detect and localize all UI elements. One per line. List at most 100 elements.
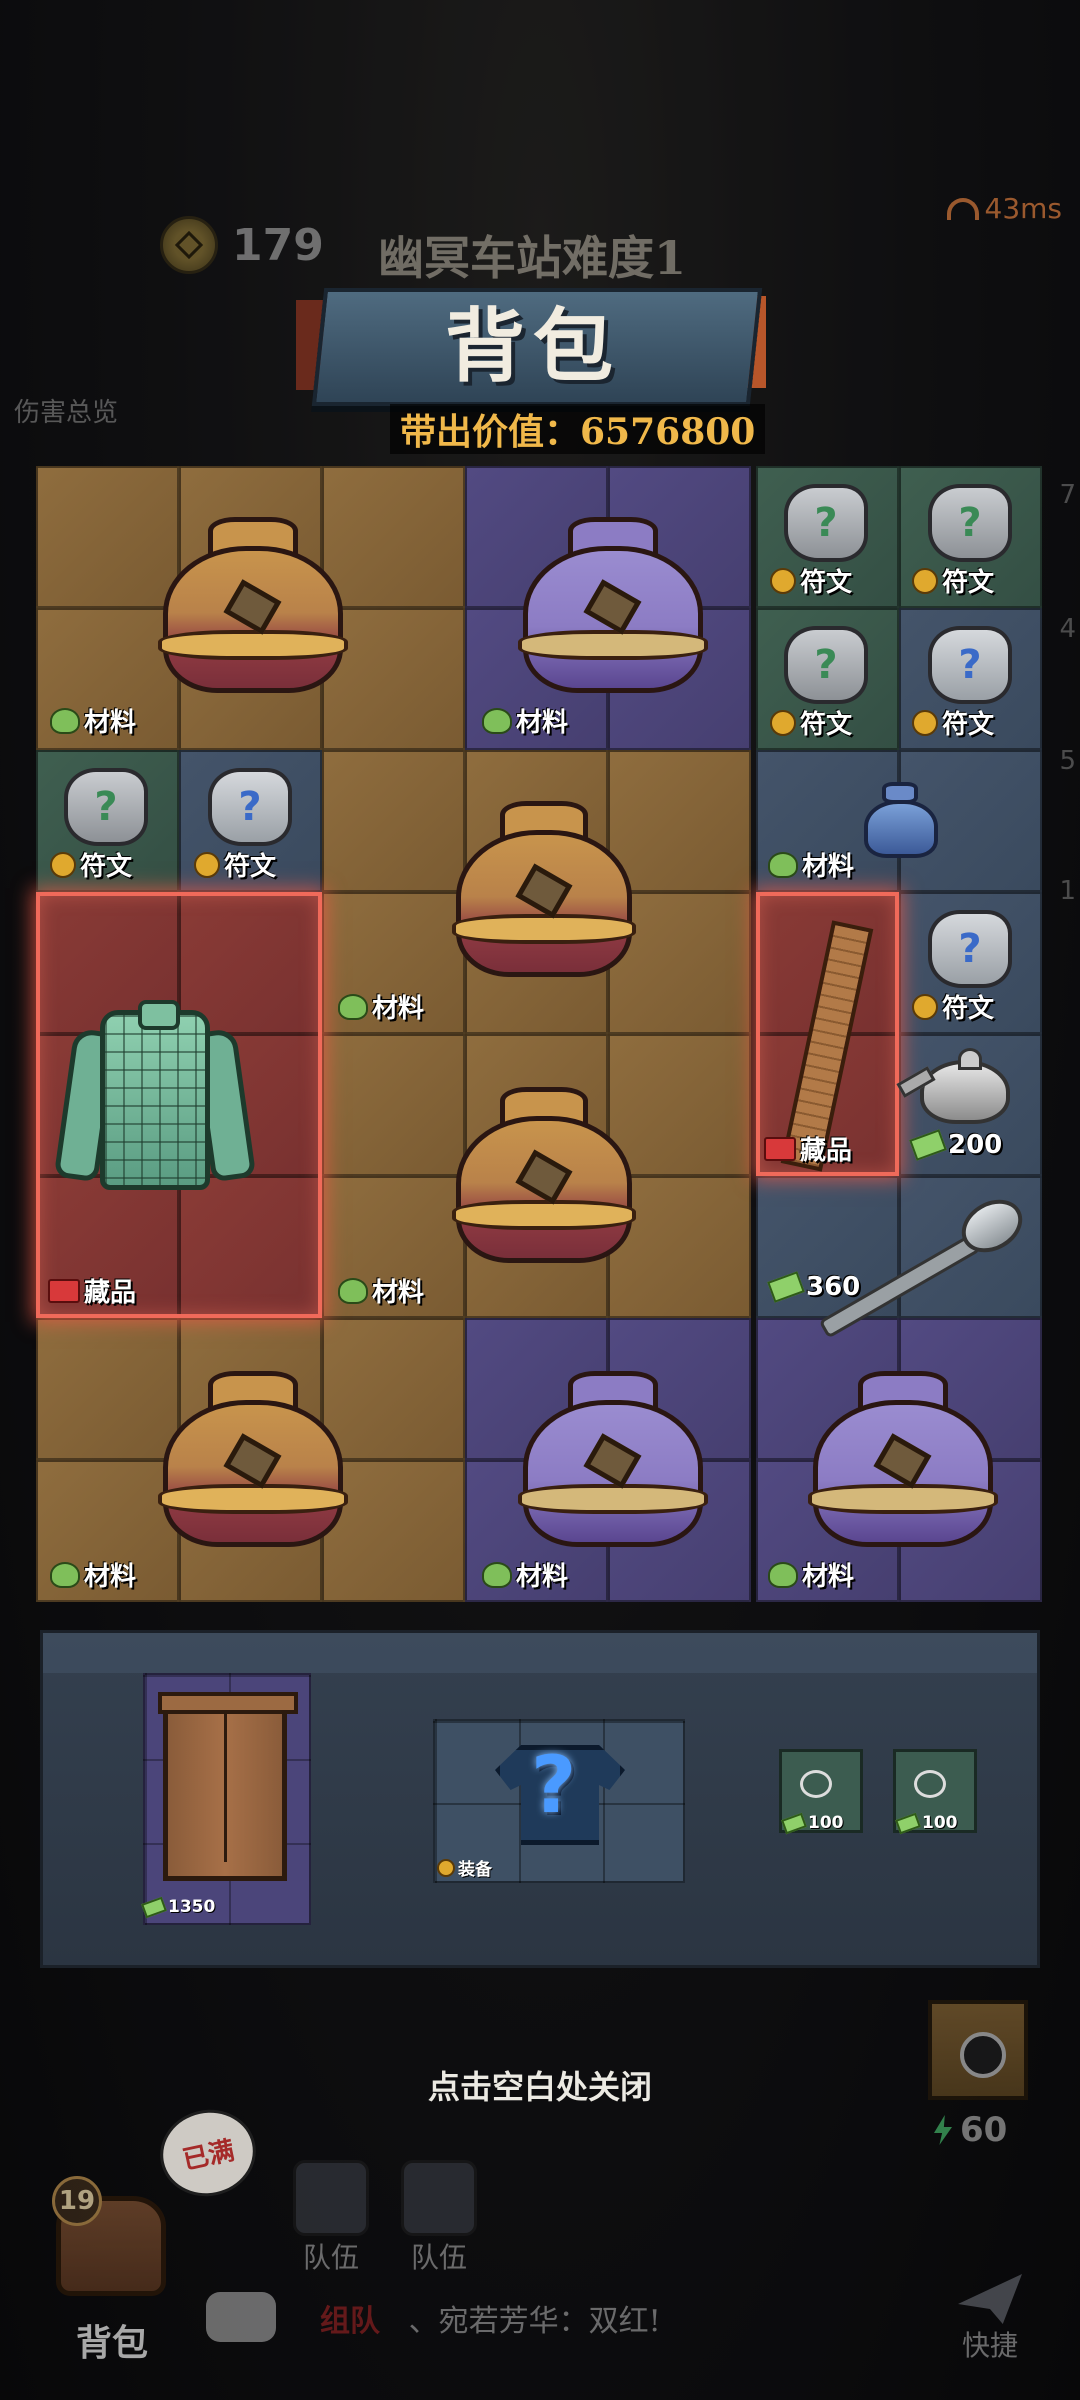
item-tag: 藏品 [48, 1272, 136, 1309]
item-tag: 符文 [912, 704, 994, 741]
item-tag: 材料 [482, 1556, 568, 1593]
item-tag: 材料 [338, 1272, 424, 1309]
item-tag: 材料 [482, 702, 568, 739]
item-tag: 100 [895, 1812, 958, 1834]
team-voice-label: 队伍 [302, 2241, 359, 2274]
quick-chat-button[interactable]: 快捷 [948, 2274, 1032, 2364]
cash-icon [781, 1812, 807, 1834]
coin-icon [194, 851, 220, 878]
close-hint[interactable]: 点击空白处关闭 [0, 2062, 1080, 2108]
item-tag: 材料 [50, 702, 136, 739]
rune-stone-item[interactable]: ? [784, 484, 868, 562]
item-tag: 装备 [437, 1855, 492, 1880]
item-tag: 1350 [141, 1896, 215, 1918]
coin-icon [912, 709, 938, 736]
backpack-button[interactable]: 19 背包 [46, 2166, 176, 2364]
side-number: 5 [1059, 746, 1076, 776]
item-tag: 材料 [768, 846, 854, 883]
coin-icon [770, 709, 796, 736]
material-icon [768, 851, 798, 878]
microphone-icon [293, 2160, 369, 2236]
team-voice-button[interactable]: 队伍 [286, 2160, 376, 2274]
coin-icon [912, 993, 938, 1020]
rune-stone-item[interactable]: ? [64, 768, 148, 846]
ping-indicator: 43ms [946, 192, 1063, 225]
teapot-item[interactable] [920, 1048, 1010, 1124]
chat-icon[interactable] [206, 2292, 276, 2342]
collectible-icon [48, 1278, 80, 1303]
material-bag-item[interactable] [500, 500, 726, 710]
material-bag-item[interactable] [140, 1354, 366, 1564]
coin-icon [160, 216, 218, 274]
jade-armor-item[interactable] [53, 1000, 257, 1200]
bag-count-badge: 19 [52, 2176, 102, 2226]
material-bag-item[interactable] [434, 1070, 654, 1280]
carry-out-value: 带出价值：6576800 [390, 404, 766, 454]
item-tag: 藏品 [764, 1130, 852, 1167]
side-number: 7 [1059, 480, 1076, 510]
item-tag: 符文 [912, 562, 994, 599]
ground-loot-panel: 1350 ? 装备 100 100 [40, 1630, 1040, 1968]
coin-count: 179 [232, 219, 324, 271]
rune-stone-item[interactable]: ? [928, 910, 1012, 988]
cash-icon [767, 1271, 805, 1303]
page-title: 背包 [445, 299, 621, 393]
backpack-label: 背包 [76, 2323, 149, 2364]
side-number: 4 [1059, 614, 1076, 644]
material-icon [50, 707, 80, 734]
material-bag-item[interactable] [500, 1354, 726, 1564]
wifi-icon [946, 197, 979, 220]
quick-label: 快捷 [961, 2329, 1018, 2362]
wardrobe-item[interactable] [158, 1692, 298, 1881]
coin-icon [770, 567, 796, 594]
item-tag: 200 [909, 1129, 1002, 1161]
damage-overview-label: 伤害总览 [14, 398, 119, 428]
item-tag: 100 [781, 1812, 844, 1834]
material-pouch-item[interactable] [858, 776, 944, 862]
coin-icon [912, 567, 938, 594]
chat-text: 、宛若芳华：双红! [408, 2304, 661, 2339]
skill-button[interactable] [928, 2000, 1028, 2100]
team-sound-label: 队伍 [410, 2241, 467, 2274]
material-icon [338, 1277, 368, 1304]
monocle-icon [914, 1770, 946, 1798]
item-tag: 材料 [768, 1556, 854, 1593]
rune-stone-item[interactable]: ? [928, 484, 1012, 562]
material-bag-item[interactable] [790, 1354, 1016, 1564]
item-tag: 360 [767, 1271, 860, 1303]
coin-icon [50, 851, 76, 878]
item-tag: 符文 [770, 704, 852, 741]
item-tag: 符文 [770, 562, 852, 599]
energy-icon [934, 2115, 952, 2145]
material-icon [338, 993, 368, 1020]
collectible-icon [764, 1136, 796, 1161]
coin-icon [437, 1858, 455, 1877]
paper-plane-icon [958, 2274, 1022, 2324]
ping-value: 43ms [984, 192, 1063, 225]
item-tag: 符文 [50, 846, 132, 883]
rune-stone-item[interactable]: ? [784, 626, 868, 704]
monocle-icon [800, 1770, 832, 1798]
team-sound-button[interactable]: 队伍 [394, 2160, 484, 2274]
item-tag: 符文 [912, 988, 994, 1025]
material-icon [768, 1561, 798, 1588]
level-name: 幽冥车站难度1 [378, 231, 687, 285]
rune-stone-item[interactable]: ? [928, 626, 1012, 704]
cash-icon [909, 1129, 947, 1161]
material-bag-item[interactable] [434, 784, 654, 994]
material-bag-item[interactable] [140, 500, 366, 710]
material-icon [482, 707, 512, 734]
item-tag: 符文 [194, 846, 276, 883]
chat-channel: 组队 [320, 2304, 380, 2339]
coin-counter: 179 [160, 216, 324, 274]
item-tag: 材料 [50, 1556, 136, 1593]
speaker-icon [401, 2160, 477, 2236]
rune-stone-item[interactable]: ? [208, 768, 292, 846]
question-mark-icon: ? [531, 1741, 577, 1831]
chat-message[interactable]: 组队 、宛若芳华：双红! [320, 2296, 661, 2340]
cash-icon [141, 1896, 167, 1918]
item-tag: 材料 [338, 988, 424, 1025]
side-number: 1 [1059, 876, 1076, 906]
cash-icon [895, 1812, 921, 1834]
material-icon [482, 1561, 512, 1588]
